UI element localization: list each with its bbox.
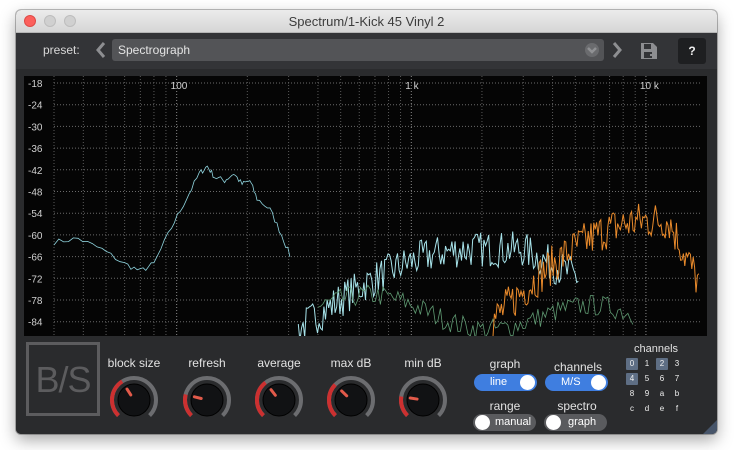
range-toggle[interactable]: manual [473, 414, 536, 431]
control-panel: B/S block size refresh average max dB min dB… [16, 336, 717, 434]
channel-selector: 0123 4567 89ab cdef [626, 358, 688, 422]
plugin-window: Spectrum/1-Kick 45 Vinyl 2 preset: Spect… [16, 10, 717, 434]
knob-2[interactable] [253, 374, 305, 426]
channel-cell[interactable]: a [656, 388, 668, 400]
resize-handle[interactable] [703, 420, 717, 434]
channels-toggle-knob [591, 375, 606, 390]
y-tick-label: -54 [28, 209, 43, 220]
graph-toggle-value: line [490, 376, 508, 388]
knob-1[interactable] [181, 374, 233, 426]
y-tick-label: -66 [28, 253, 43, 264]
channels-toggle[interactable]: M/S [545, 374, 608, 391]
graph-toggle[interactable]: line [474, 374, 537, 391]
x-tick-label: 10 k [640, 81, 660, 92]
range-toggle-value: manual [495, 416, 532, 428]
graph-switch-label: graph [489, 357, 521, 371]
chevron-down-icon [585, 43, 599, 57]
knob-label-4: min dB [404, 356, 442, 370]
y-tick-label: -36 [28, 144, 43, 155]
y-tick-label: -84 [28, 318, 43, 329]
x-tick-label: 1 k [405, 81, 419, 92]
channel-cell[interactable]: c [626, 403, 638, 415]
preset-label: preset: [43, 43, 80, 57]
spectro-toggle-knob [546, 415, 561, 430]
y-tick-label: -48 [28, 188, 43, 199]
y-tick-label: -18 [28, 79, 43, 90]
x-tick-label: 100 [171, 81, 188, 92]
channel-cell[interactable]: f [671, 403, 683, 415]
channel-cell[interactable]: 7 [671, 373, 683, 385]
knob-label-0: block size [107, 356, 161, 370]
y-tick-label: -42 [28, 166, 43, 177]
spectro-toggle[interactable]: graph [544, 414, 607, 431]
preset-select[interactable]: Spectrograph [112, 39, 604, 61]
channel-cell[interactable]: 0 [626, 358, 638, 370]
side-trace-orange [492, 203, 700, 336]
window-title: Spectrum/1-Kick 45 Vinyl 2 [288, 14, 445, 29]
spectrum-graph: -18 -24 -30 -36 -42 -48 -54 -60 -66 -72 -78 -84 100 1… [28, 76, 700, 336]
bs-logo: B/S [26, 342, 100, 416]
spectrum-display[interactable]: -18 -24 -30 -36 -42 -48 -54 -60 -66 -72 -78 -84 100 1… [24, 76, 707, 336]
channel-cell[interactable]: e [656, 403, 668, 415]
channel-cell[interactable]: 8 [626, 388, 638, 400]
previous-preset-icon[interactable] [94, 41, 108, 59]
channel-cell[interactable]: 1 [641, 358, 653, 370]
knob-0[interactable] [108, 374, 160, 426]
knob-label-3: max dB [330, 356, 372, 370]
spectro-switch-label: spectro [557, 399, 597, 413]
channel-grid-title: channels [634, 343, 679, 355]
channels-toggle-value: M/S [561, 376, 581, 388]
channel-cell[interactable]: d [641, 403, 653, 415]
channels-switch-label: channels [553, 360, 603, 374]
channel-cell[interactable]: 4 [626, 373, 638, 385]
save-preset-icon[interactable] [638, 40, 660, 62]
y-tick-label: -30 [28, 122, 43, 133]
y-tick-label: -24 [28, 101, 43, 112]
preset-value: Spectrograph [118, 43, 191, 57]
knob-label-1: refresh [188, 356, 226, 370]
preset-bar: preset: Spectrograph ? [16, 33, 717, 69]
y-tick-label: -60 [28, 231, 43, 242]
knob-4[interactable] [397, 374, 449, 426]
knob-3[interactable] [325, 374, 377, 426]
channel-cell[interactable]: 2 [656, 358, 668, 370]
graph-toggle-knob [520, 375, 535, 390]
channel-cell[interactable]: 9 [641, 388, 653, 400]
help-button[interactable]: ? [678, 38, 706, 64]
channel-cell[interactable]: 3 [671, 358, 683, 370]
range-toggle-knob [475, 415, 490, 430]
y-tick-label: -78 [28, 296, 43, 307]
spectro-toggle-value: graph [568, 416, 597, 428]
channel-cell[interactable]: 5 [641, 373, 653, 385]
y-tick-label: -72 [28, 274, 43, 285]
channel-cell[interactable]: b [671, 388, 683, 400]
mid-trace-low [53, 165, 291, 272]
channel-cell[interactable]: 6 [656, 373, 668, 385]
next-preset-icon[interactable] [610, 41, 624, 59]
title-bar[interactable]: Spectrum/1-Kick 45 Vinyl 2 [16, 10, 717, 33]
range-switch-label: range [489, 399, 521, 413]
knob-label-2: average [257, 356, 301, 370]
